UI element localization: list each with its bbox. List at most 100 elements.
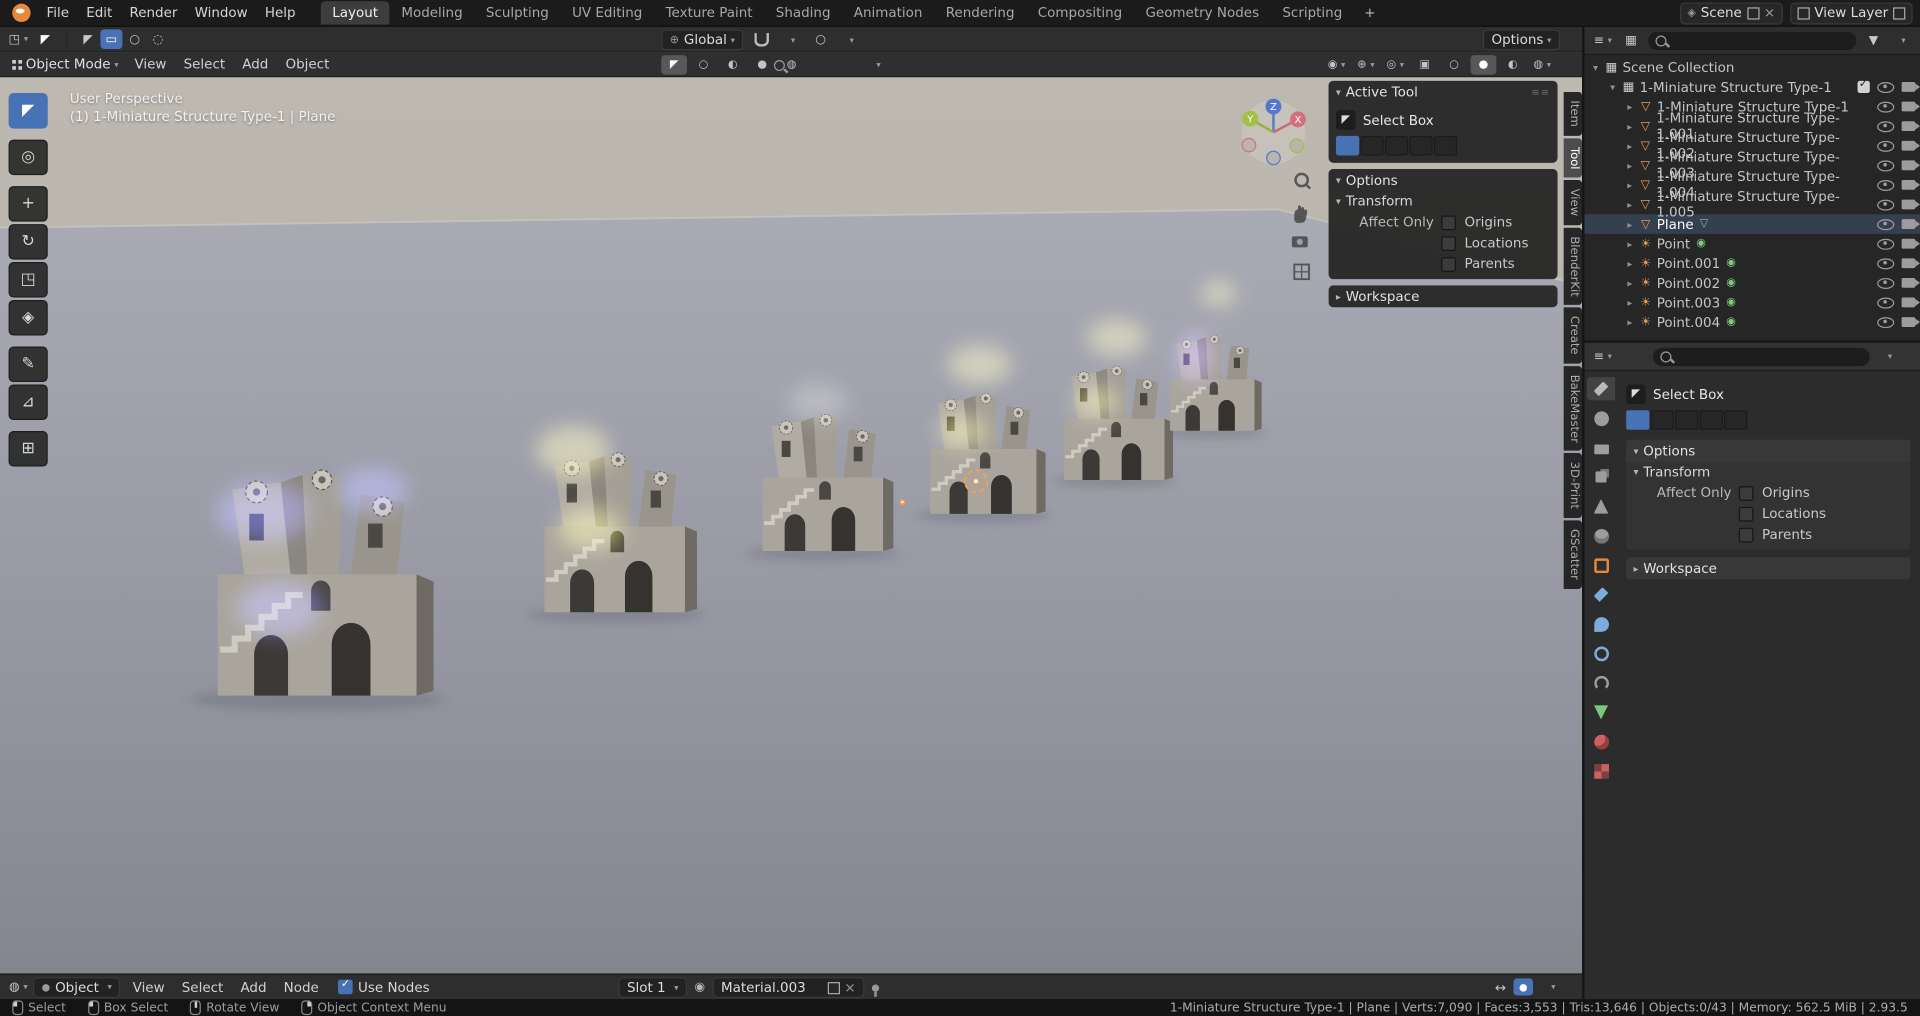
pin-icon[interactable] [871, 983, 879, 997]
proportional-editing-toggle[interactable]: ○ [810, 30, 832, 50]
outliner-item-label[interactable]: Point.001 [1657, 255, 1720, 271]
viewport-menu-item[interactable]: Select [175, 54, 234, 75]
mode-solid-icon[interactable]: ◐ [720, 55, 746, 75]
options-panel-header[interactable]: Options [1328, 168, 1558, 192]
material-name-field[interactable]: Material.003 × [712, 977, 865, 998]
workspace-tab[interactable]: Animation [843, 1, 934, 24]
disable-render-icon[interactable] [1901, 101, 1920, 112]
measure-tool[interactable]: ⊿ [8, 384, 48, 420]
transform-tool[interactable]: ◈ [8, 299, 48, 336]
properties-editor-type-selector[interactable]: ≡ [1592, 347, 1614, 367]
outliner-item-label[interactable]: Point.003 [1657, 294, 1720, 310]
outliner-item-label[interactable]: Point [1657, 236, 1690, 252]
hide-viewport-icon[interactable] [1877, 257, 1895, 269]
shader-editor-type-selector[interactable]: ◍ [7, 977, 29, 997]
select-mode-icon[interactable] [1626, 410, 1650, 430]
properties-active-tool-row[interactable]: ◤ Select Box [1626, 382, 1910, 406]
blender-logo[interactable] [12, 3, 31, 23]
search-icon[interactable] [773, 59, 785, 72]
filter-icon[interactable]: ▼ [1862, 31, 1884, 51]
snap-node-icon[interactable]: ↔ [1495, 979, 1506, 995]
viewport-header-dropdown[interactable] [857, 55, 896, 75]
affect-checkbox[interactable] [1441, 214, 1456, 230]
workspace-tab[interactable]: Compositing [1027, 1, 1133, 24]
circle-select-mode[interactable]: ○ [124, 29, 146, 49]
disable-render-icon[interactable] [1901, 140, 1920, 151]
disable-render-icon[interactable] [1901, 277, 1920, 288]
expand-icon[interactable]: ▾ [1591, 62, 1601, 73]
workspace-panel-header[interactable]: Workspace [1328, 285, 1558, 308]
select-mode-icon[interactable] [1409, 135, 1433, 156]
constraint-properties[interactable] [1587, 671, 1615, 694]
outliner-display-mode[interactable]: ▦ [1620, 31, 1642, 51]
hide-viewport-icon[interactable] [1877, 198, 1895, 210]
workspace-tab[interactable]: Shading [765, 1, 842, 24]
expand-icon[interactable]: ▸ [1625, 277, 1635, 288]
outliner-editor-type-selector[interactable]: ≡ [1592, 31, 1614, 51]
close-scene-icon[interactable]: × [1764, 5, 1775, 21]
sidebar-tab[interactable]: Tool [1563, 137, 1583, 178]
hide-viewport-icon[interactable] [1877, 316, 1895, 328]
xray-toggle[interactable]: ▣ [1412, 55, 1438, 75]
menu-item[interactable]: Render [121, 2, 186, 23]
new-view-layer-icon[interactable] [1893, 3, 1909, 19]
transform-orientation-dropdown[interactable]: ⊕ Global [661, 29, 744, 51]
gizmo-toggle[interactable]: ⊕ [1353, 55, 1379, 75]
texture-properties[interactable] [1587, 759, 1615, 782]
properties-search-field[interactable] [1653, 347, 1870, 366]
affect-checkbox[interactable] [1738, 485, 1754, 501]
sidebar-tab[interactable]: BlenderKit [1563, 227, 1583, 305]
shading-solid-toggle[interactable]: ● [1470, 55, 1497, 75]
disable-render-icon[interactable] [1901, 219, 1920, 229]
visibility-toggle[interactable]: ◉ [1324, 55, 1350, 75]
affect-checkbox[interactable] [1738, 527, 1754, 542]
expand-icon[interactable]: ▸ [1625, 219, 1635, 230]
overlays-toggle[interactable]: ◎ [1382, 55, 1408, 75]
options-dropdown[interactable]: Options [1482, 29, 1560, 51]
expand-icon[interactable]: ▸ [1625, 121, 1635, 132]
workspace-tab[interactable]: Layout [321, 1, 390, 25]
expand-icon[interactable]: ▸ [1625, 199, 1635, 210]
new-scene-icon[interactable] [1746, 3, 1763, 19]
select-mode-icon[interactable] [1360, 135, 1384, 156]
properties-workspace-panel-header[interactable]: Workspace [1626, 557, 1911, 580]
move-tool[interactable]: + [8, 186, 48, 222]
shading-wireframe-toggle[interactable]: ○ [1441, 55, 1467, 75]
workspace-tab[interactable]: UV Editing [561, 1, 653, 24]
menu-item[interactable]: File [38, 2, 78, 23]
hide-viewport-icon[interactable] [1877, 218, 1895, 230]
hide-viewport-icon[interactable] [1877, 277, 1895, 289]
render-properties[interactable] [1587, 407, 1615, 430]
menu-item[interactable]: Window [186, 2, 256, 23]
box-select-mode[interactable]: ▭ [100, 29, 123, 49]
viewport-3d[interactable]: Object Mode ViewSelectAddObject ◤○◐●◍ ◉ … [0, 52, 1583, 974]
unlink-material-icon[interactable]: × [844, 980, 855, 996]
expand-icon[interactable]: ▸ [1625, 179, 1635, 190]
menu-item[interactable]: Edit [78, 2, 121, 23]
shader-overlays-dropdown[interactable] [1540, 977, 1562, 997]
expand-icon[interactable]: ▸ [1625, 160, 1635, 171]
expand-icon[interactable]: ▸ [1625, 258, 1635, 269]
modifier-properties[interactable] [1587, 583, 1615, 606]
add-workspace-button[interactable]: + [1356, 2, 1384, 23]
select-mode-icon[interactable] [1675, 410, 1699, 430]
hide-viewport-icon[interactable] [1877, 296, 1895, 308]
select-box-tool[interactable]: ◤ [8, 93, 48, 129]
outliner-item-label[interactable]: Point.002 [1657, 275, 1720, 291]
cursor-tool[interactable]: ◎ [8, 139, 48, 176]
overlay-toggle[interactable]: ● [1513, 978, 1534, 996]
hide-viewport-icon[interactable] [1877, 159, 1895, 171]
editor-type-selector[interactable]: ◳ [7, 29, 29, 49]
expand-icon[interactable]: ▸ [1625, 140, 1635, 151]
workspace-tab[interactable]: Texture Paint [655, 1, 764, 24]
menu-item[interactable]: Help [256, 2, 304, 23]
snap-toggle[interactable] [751, 30, 773, 50]
hide-viewport-icon[interactable] [1877, 179, 1895, 191]
affect-checkbox[interactable] [1441, 235, 1456, 251]
mode-dropdown[interactable]: Object Mode [7, 54, 123, 74]
hide-viewport-icon[interactable] [1877, 120, 1895, 132]
shader-menu-item[interactable]: View [124, 977, 173, 998]
view-layer-properties[interactable] [1587, 465, 1615, 488]
hide-viewport-icon[interactable] [1877, 81, 1895, 93]
workspace-tab[interactable]: Rendering [935, 1, 1026, 24]
